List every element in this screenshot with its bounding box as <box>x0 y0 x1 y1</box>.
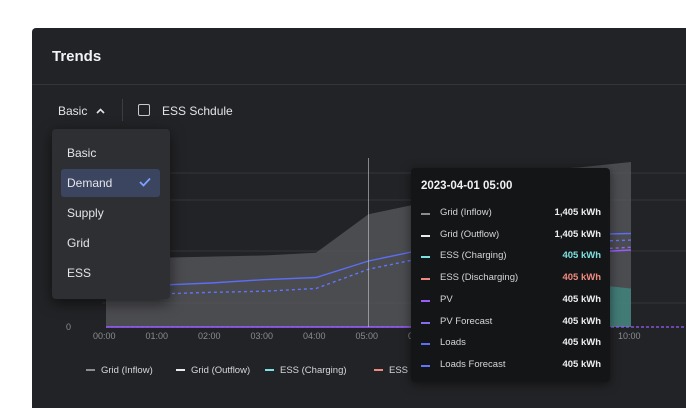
dropdown-option-demand[interactable]: Demand <box>61 169 160 197</box>
tooltip-row: Loads Forecast 405 kWh <box>421 358 601 374</box>
ess-schedule-checkbox[interactable] <box>138 104 150 116</box>
legend-swatch <box>86 369 95 372</box>
tooltip-swatch <box>421 213 430 215</box>
legend-label: Grid (Inflow) <box>101 365 153 376</box>
tooltip-value: 405 kWh <box>562 337 601 349</box>
legend-item[interactable]: ESS <box>374 365 408 376</box>
ess-schedule-label[interactable]: ESS Schdule <box>162 104 233 118</box>
tooltip-swatch <box>421 343 430 346</box>
tooltip-label: Grid (Inflow) <box>440 207 492 218</box>
tooltip-label: Grid (Outflow) <box>440 228 500 240</box>
dropdown-option-supply[interactable]: Supply <box>61 199 160 227</box>
legend-item[interactable]: ESS (Charging) <box>265 365 347 376</box>
tooltip-value: 405 kWh <box>562 250 601 262</box>
trends-panel: Trends Basic ESS Schdule 00:00 01:00 02:00… <box>32 28 686 408</box>
tooltip-row: PV Forecast 405 kWh <box>421 315 601 331</box>
y-tick-label: 0 <box>66 322 72 332</box>
tooltip-row: ESS (Discharging) 405 kWh <box>421 271 601 287</box>
legend-swatch <box>265 369 274 372</box>
dropdown-option-label: Basic <box>67 146 97 160</box>
dropdown-option-label: Grid <box>67 236 90 250</box>
tooltip-label: Loads Forecast <box>440 358 506 370</box>
tooltip-title: 2023-04-01 05:00 <box>421 180 513 192</box>
view-select-label[interactable]: Basic <box>58 104 87 118</box>
dropdown-option-label: Supply <box>67 206 104 220</box>
dropdown-option-basic[interactable]: Basic <box>61 139 160 167</box>
tooltip-swatch <box>421 321 430 324</box>
chevron-up-icon[interactable] <box>96 108 105 114</box>
chart-tooltip: 2023-04-01 05:00 Grid (Inflow) 1,405 kWh G… <box>411 168 610 382</box>
x-tick-label: 01:00 <box>145 331 169 341</box>
dropdown-option-grid[interactable]: Grid <box>61 229 160 257</box>
tooltip-value: 1,405 kWh <box>554 228 601 240</box>
panel-title: Trends <box>52 48 102 65</box>
legend-label: ESS (Charging) <box>280 365 347 376</box>
legend-item[interactable]: Grid (Inflow) <box>86 365 153 376</box>
tooltip-label: Loads <box>440 337 466 349</box>
tooltip-row: Loads 405 kWh <box>421 336 601 352</box>
legend-label: ESS <box>389 365 409 376</box>
tooltip-row: PV 405 kWh <box>421 293 601 309</box>
x-tick-label: 00:00 <box>93 331 116 341</box>
tooltip-label: ESS (Discharging) <box>440 272 519 284</box>
tooltip-label: PV <box>440 293 453 305</box>
tooltip-row: ESS (Charging) 405 kWh <box>421 249 601 265</box>
legend-label: Grid (Outflow) <box>191 365 251 376</box>
dropdown-option-ess[interactable]: ESS <box>61 259 160 287</box>
tooltip-swatch <box>421 234 430 237</box>
dropdown-option-label: Demand <box>67 176 113 190</box>
legend-swatch <box>374 369 383 372</box>
tooltip-value: 405 kWh <box>562 315 601 327</box>
tooltip-label: PV Forecast <box>440 315 493 327</box>
x-tick-label: 03:00 <box>250 331 274 341</box>
tooltip-value: 405 kWh <box>562 293 601 305</box>
x-tick-label: 05:00 <box>355 331 379 341</box>
legend-item[interactable]: Grid (Outflow) <box>176 365 250 376</box>
tooltip-row: Grid (Outflow) 1,405 kWh <box>421 228 601 244</box>
tooltip-row: Grid (Inflow) 1,405 kWh <box>421 206 601 222</box>
check-icon <box>139 177 151 187</box>
tooltip-swatch <box>421 364 430 367</box>
x-tick-label: 10:00 <box>618 331 641 341</box>
tooltip-value: 405 kWh <box>562 272 601 284</box>
dropdown-option-label: ESS <box>67 266 92 280</box>
tooltip-swatch <box>421 278 430 281</box>
x-tick-label: 04:00 <box>303 331 326 341</box>
tooltip-value: 1,405 kWh <box>554 207 601 218</box>
toolbar-separator <box>122 99 123 121</box>
view-dropdown-menu: Basic Demand Supply Grid ESS <box>52 129 170 299</box>
tooltip-swatch <box>421 256 430 259</box>
tooltip-swatch <box>421 299 430 302</box>
tooltip-value: 405 kWh <box>562 358 601 370</box>
header-divider <box>32 84 686 85</box>
legend-swatch <box>176 369 185 372</box>
x-tick-label: 02:00 <box>198 331 221 341</box>
tooltip-label: ESS (Charging) <box>440 250 507 262</box>
